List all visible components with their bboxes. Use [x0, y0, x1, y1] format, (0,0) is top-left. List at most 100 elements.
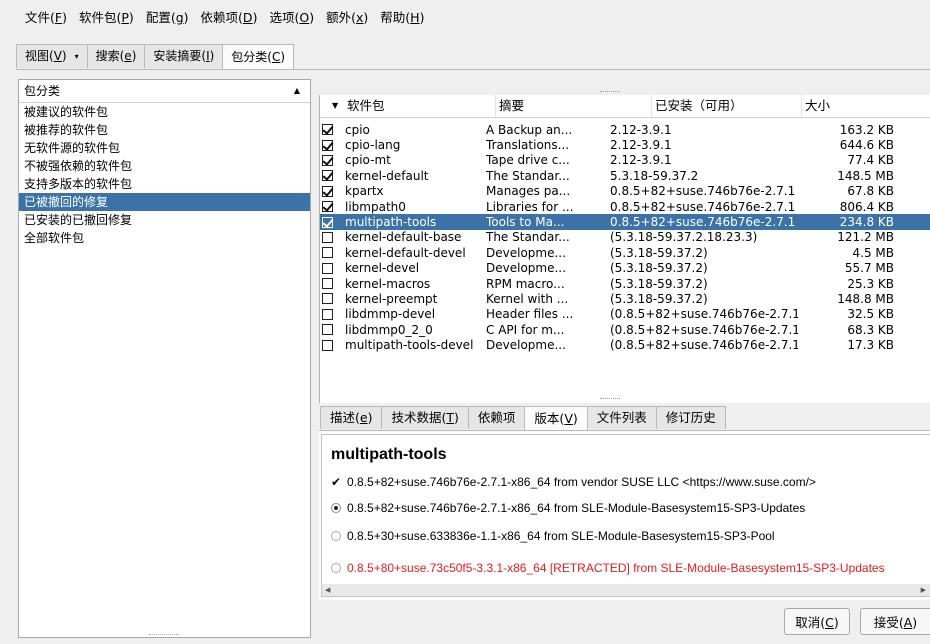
label-end: )	[367, 410, 373, 425]
table-row[interactable]: multipath-tools-devel Developme... (0.8.5+…	[320, 337, 930, 352]
detail-tab[interactable]: 依赖项	[467, 406, 526, 429]
package-checkbox[interactable]	[322, 308, 333, 320]
table-row[interactable]: kernel-preempt Kernel with ... (5.3.18-59.…	[320, 291, 930, 306]
package-checkbox[interactable]	[322, 324, 333, 336]
radio-button[interactable]	[331, 503, 341, 513]
column-header-size[interactable]: 大小	[802, 95, 930, 117]
cell-installed: (0.8.5+82+suse.746b76e-2.7.1)	[610, 322, 798, 337]
table-row[interactable]: kernel-devel Developme... (5.3.18-59.37.2)…	[320, 261, 930, 276]
package-checkbox[interactable]	[322, 262, 333, 274]
category-header-label: 包分类	[24, 84, 61, 98]
version-option[interactable]: 0.8.5+80+suse.73c50f5-3.3.1-x86_64 [RETR…	[331, 561, 885, 575]
sort-descending-icon[interactable]: ▼	[320, 95, 344, 117]
table-row[interactable]: libdmmp0_2_0 C API for m... (0.8.5+82+suse…	[320, 322, 930, 337]
radio-button[interactable]	[331, 563, 341, 573]
detail-tab[interactable]: 描述(e)	[320, 406, 383, 429]
table-row[interactable]: cpio-mt Tape drive c... 2.12-3.9.1 77.4 KB	[320, 153, 930, 168]
resize-grip[interactable]	[149, 634, 179, 635]
table-row[interactable]: kpartx Manages pa... 0.8.5+82+suse.746b76e…	[320, 184, 930, 199]
cell-summary: Translations...	[486, 138, 570, 153]
versions-view: multipath-tools ✔ 0.8.5+82+suse.746b76e-2…	[321, 434, 930, 586]
package-checkbox[interactable]	[322, 293, 333, 305]
table-row[interactable]: kernel-default-base The Standar... (5.3.18…	[320, 230, 930, 245]
menu-item[interactable]: 额外(x)	[320, 7, 374, 29]
cell-installed: 2.12-3.9.1	[610, 153, 672, 168]
detail-tab[interactable]: 修订历史	[655, 406, 726, 429]
category-item[interactable]: 全部软件包	[19, 229, 310, 247]
category-item[interactable]: 不被强依赖的软件包	[19, 157, 310, 175]
package-checkbox[interactable]	[322, 154, 333, 166]
top-tab[interactable]: 搜索(e)	[86, 44, 146, 68]
package-checkbox[interactable]	[322, 247, 333, 259]
package-checkbox[interactable]	[322, 139, 333, 151]
mnemonic-key: P	[121, 10, 129, 25]
column-header-package[interactable]: 软件包	[344, 95, 496, 117]
scroll-left-icon[interactable]: ◀	[325, 584, 330, 596]
mnemonic-key: F	[54, 10, 63, 25]
cell-installed: (5.3.18-59.37.2)	[610, 245, 708, 260]
splitter-handle-middle[interactable]	[600, 398, 620, 399]
package-checkbox[interactable]	[322, 201, 333, 213]
cell-summary: A Backup an...	[486, 122, 573, 137]
cell-size: 17.3 KB	[847, 338, 894, 353]
menu-item[interactable]: 依赖项(D)	[195, 7, 264, 29]
cell-size: 148.5 MB	[837, 168, 894, 183]
detail-tab[interactable]: 版本(V)	[524, 406, 588, 432]
category-list[interactable]: 包分类 ▲ 被建议的软件包 被推荐的软件包 无软件源的软件包 不被强依赖的软件包 支持多…	[18, 79, 311, 638]
table-row[interactable]: libdmmp-devel Header files ... (0.8.5+82+s…	[320, 307, 930, 322]
package-checkbox[interactable]	[322, 231, 333, 243]
version-option[interactable]: 0.8.5+30+suse.633836e-1.1-x86_64 from SL…	[331, 529, 775, 543]
scroll-right-icon[interactable]: ▶	[921, 584, 926, 596]
package-checkbox[interactable]	[322, 185, 333, 197]
table-row[interactable]: libmpath0 Libraries for ... 0.8.5+82+suse.…	[320, 199, 930, 214]
category-item[interactable]: 支持多版本的软件包	[19, 175, 310, 193]
package-checkbox[interactable]	[322, 278, 333, 290]
category-item[interactable]: 已被撤回的修复	[19, 193, 310, 211]
top-tab[interactable]: 包分类(C)	[222, 44, 295, 70]
column-header-summary[interactable]: 摘要	[496, 95, 652, 117]
table-row[interactable]: kernel-macros RPM macro... (5.3.18-59.37.2…	[320, 276, 930, 291]
cell-size: 4.5 MB	[852, 245, 894, 260]
horizontal-scrollbar[interactable]: ◀ ▶	[321, 584, 930, 597]
table-row[interactable]: kernel-default-devel Developme... (5.3.18-…	[320, 245, 930, 260]
detail-tab[interactable]: 技术数据(T)	[381, 406, 469, 429]
category-item[interactable]: 已安装的已撤回修复	[19, 211, 310, 229]
table-row[interactable]: multipath-tools Tools to Ma... 0.8.5+82+su…	[320, 214, 930, 230]
package-checkbox[interactable]	[322, 170, 333, 182]
version-option[interactable]: 0.8.5+82+suse.746b76e-2.7.1-x86_64 from …	[331, 501, 805, 515]
category-item[interactable]: 无软件源的软件包	[19, 139, 310, 157]
menu-item[interactable]: 选项(O)	[263, 7, 320, 29]
detail-tab[interactable]: 文件列表	[586, 406, 657, 429]
category-item[interactable]: 被建议的软件包	[19, 103, 310, 121]
label-end: )	[419, 10, 425, 25]
menu-item[interactable]: 帮助(H)	[374, 7, 430, 29]
package-table[interactable]: ▼ 软件包 摘要 已安装（可用） 大小 cpio A Backup an... 2.…	[319, 95, 930, 403]
cancel-button[interactable]: 取消(C)	[784, 608, 850, 635]
column-header-installed[interactable]: 已安装（可用）	[652, 95, 802, 117]
category-list-header[interactable]: 包分类 ▲	[19, 80, 310, 103]
category-item[interactable]: 被推荐的软件包	[19, 121, 310, 139]
version-text: 0.8.5+82+suse.746b76e-2.7.1-x86_64 from …	[347, 501, 806, 515]
package-checkbox[interactable]	[322, 339, 333, 351]
package-checkbox[interactable]	[322, 124, 333, 136]
menu-item[interactable]: 文件(F)	[19, 7, 73, 29]
table-row[interactable]: cpio A Backup an... 2.12-3.9.1 163.2 KB	[320, 122, 930, 137]
menu-item[interactable]: 配置(g)	[140, 7, 195, 29]
accept-button[interactable]: 接受(A)	[860, 608, 930, 635]
label-end: )	[252, 10, 258, 25]
package-checkbox[interactable]	[322, 216, 333, 228]
cell-installed: (5.3.18-59.37.2)	[610, 291, 708, 306]
label-text: 额外(	[326, 10, 356, 25]
cell-summary: RPM macro...	[486, 276, 565, 291]
radio-button[interactable]	[331, 531, 341, 541]
splitter-handle-top[interactable]	[600, 91, 620, 92]
top-tab[interactable]: 视图(V) ▾	[16, 44, 88, 68]
top-tab[interactable]: 安装摘要(I)	[144, 44, 224, 68]
label-text: 依赖项	[477, 410, 516, 425]
dropdown-arrow-icon[interactable]: ▾	[75, 52, 79, 61]
table-row[interactable]: cpio-lang Translations... 2.12-3.9.1 644.6 …	[320, 137, 930, 152]
table-row[interactable]: kernel-default The Standar... 5.3.18-59.37…	[320, 168, 930, 183]
detail-panel: multipath-tools ✔ 0.8.5+82+suse.746b76e-2…	[319, 430, 930, 600]
menu-item[interactable]: 软件包(P)	[73, 7, 140, 29]
top-tab-bar: 视图(V) ▾ 搜索(e) 安装摘要(I) 包分类(C)	[16, 44, 295, 70]
